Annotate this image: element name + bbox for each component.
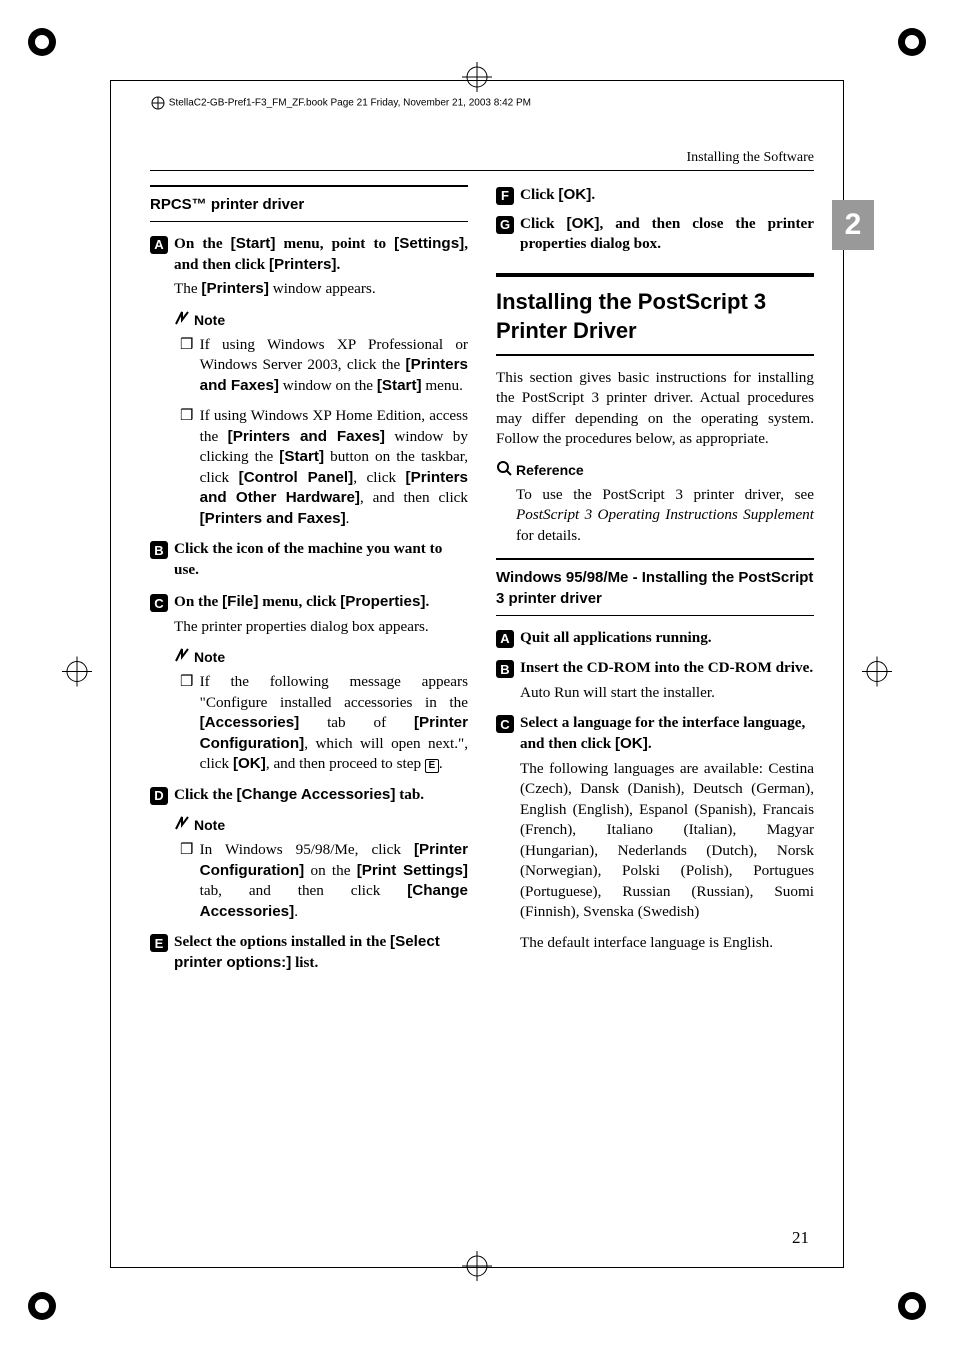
step-1: A On the [Start] menu, point to [Setting… [150,234,468,275]
step-2: B Click the icon of the machine you want… [150,539,468,580]
cropmark-bottom-right [890,1284,934,1328]
rstep-2-body: Auto Run will start the installer. [520,683,814,704]
step-number-4: D [150,787,168,805]
note-1-item-2: ❒ If using Windows XP Home Edition, acce… [180,406,468,529]
header-rule [150,170,814,171]
step-number-5: E [150,934,168,952]
section-header: Installing the Software [150,150,814,166]
step-3: C On the [File] menu, click [Properties]… [150,592,468,613]
note-3-item-1: ❒ In Windows 95/98/Me, click [Printer Co… [180,840,468,922]
step-7: G Click [OK], and then close the printer… [496,214,814,255]
rstep-1: A Quit all applications running. [496,628,814,649]
step-4: D Click the [Change Accessories] tab. [150,785,468,806]
note-heading-1: Note [174,310,468,331]
note-2-item-1: ❒ If the following message appears "Conf… [180,672,468,775]
running-header-text: StellaC2-GB-Pref1-F3_FM_ZF.book Page 21 … [169,98,531,109]
note-icon [174,647,190,668]
note-heading-2: Note [174,647,468,668]
rstep-3: C Select a language for the interface la… [496,713,814,754]
right-column: F Click [OK]. G Click [OK], and then clo… [496,185,814,977]
intro-paragraph: This section gives basic instructions fo… [496,368,814,450]
chapter-tab: 2 [832,200,874,250]
step-number-3: C [150,594,168,612]
rstep-3-body-1: The following languages are available: C… [520,759,814,923]
cropmark-top-right [890,20,934,64]
running-header: StellaC2-GB-Pref1-F3_FM_ZF.book Page 21 … [150,95,531,111]
subhead-rpcs: RPCS™ printer driver [150,185,468,222]
rstep-3-body-2: The default interface language is Englis… [520,933,814,954]
rstep-number-1: A [496,630,514,648]
step-5: E Select the options installed in the [S… [150,932,468,973]
cropmark-bottom-left [20,1284,64,1328]
rstep-number-3: C [496,715,514,733]
step-number-1: A [150,236,168,254]
reference-heading: Reference [496,460,814,481]
note-heading-3: Note [174,815,468,836]
rstep-2: B Insert the CD-ROM into the CD-ROM driv… [496,658,814,679]
reference-icon [496,460,512,481]
note-icon [174,310,190,331]
step-number-6: F [496,187,514,205]
registration-target-left [62,657,92,692]
step-number-2: B [150,541,168,559]
step-3-body: The printer properties dialog box appear… [174,617,468,638]
step-number-7: G [496,216,514,234]
left-column: RPCS™ printer driver A On the [Start] me… [150,185,468,977]
registration-target-right [862,657,892,692]
step-6: F Click [OK]. [496,185,814,206]
step-1-body: The [Printers] window appears. [174,279,468,300]
heading-postscript: Installing the PostScript 3 Printer Driv… [496,273,814,356]
rstep-number-2: B [496,660,514,678]
page-number: 21 [792,1228,809,1248]
cropmark-top-left [20,20,64,64]
subhead-win9598me: Windows 95/98/Me - Installing the PostSc… [496,558,814,616]
note-1-item-1: ❒ If using Windows XP Professional or Wi… [180,335,468,397]
reference-body: To use the PostScript 3 printer driver, … [516,485,814,547]
note-icon [174,815,190,836]
